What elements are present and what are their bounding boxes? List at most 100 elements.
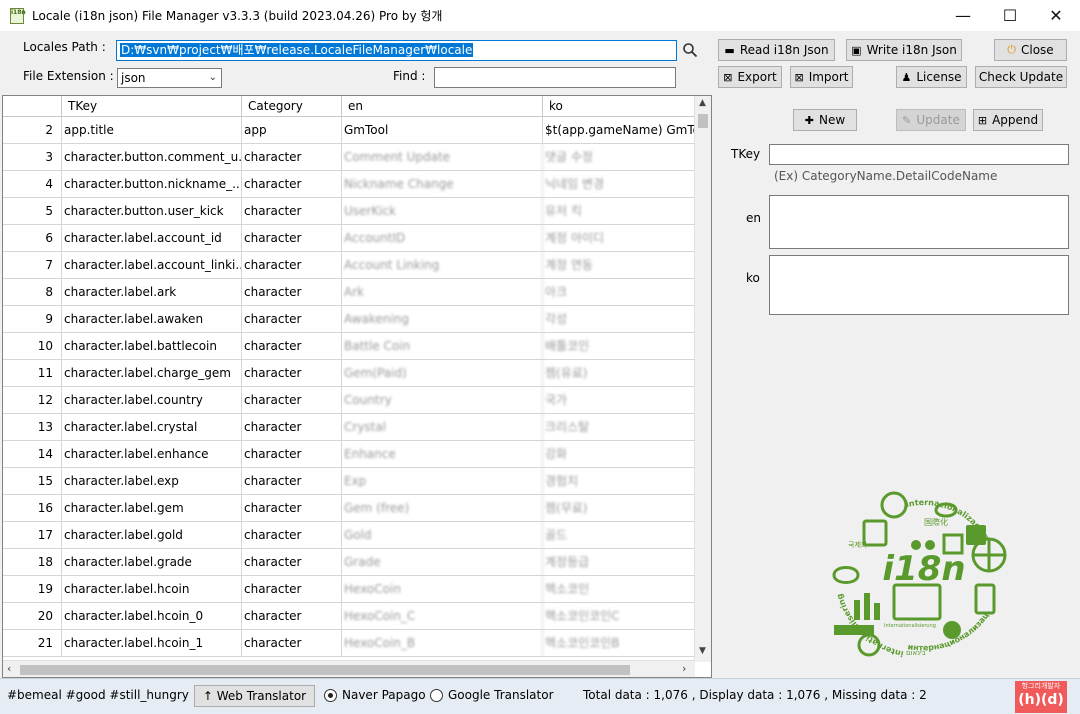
row-number-cell[interactable]: 16 bbox=[3, 495, 62, 522]
ko-cell[interactable]: $t(app.gameName) GmTool bbox=[543, 117, 695, 144]
category-cell[interactable]: character bbox=[242, 144, 342, 171]
table-row[interactable]: 11 character.label.charge_gem character Gem… bbox=[3, 360, 695, 387]
tkey-cell[interactable]: character.button.user_kick bbox=[62, 198, 242, 225]
close-window-button[interactable]: ✕ bbox=[1033, 0, 1079, 31]
tkey-cell[interactable]: character.label.crystal bbox=[62, 414, 242, 441]
ko-cell[interactable]: 아크 bbox=[543, 279, 695, 306]
row-number-cell[interactable]: 5 bbox=[3, 198, 62, 225]
table-row[interactable]: 21 character.label.hcoin_1 character HexoCo… bbox=[3, 630, 695, 657]
category-cell[interactable]: character bbox=[242, 306, 342, 333]
tkey-cell[interactable]: character.label.ark bbox=[62, 279, 242, 306]
table-row[interactable]: 2 app.title app GmTool $t(app.gameName) GmTo… bbox=[3, 117, 695, 144]
category-cell[interactable]: character bbox=[242, 549, 342, 576]
row-number-cell[interactable]: 14 bbox=[3, 441, 62, 468]
import-button[interactable]: ⊠ Import bbox=[790, 66, 853, 88]
category-cell[interactable]: character bbox=[242, 198, 342, 225]
ko-cell[interactable]: 크리스탈 bbox=[543, 414, 695, 441]
scroll-left-icon[interactable]: ‹ bbox=[7, 662, 11, 675]
category-cell[interactable]: character bbox=[242, 333, 342, 360]
tkey-cell[interactable]: character.label.gold bbox=[62, 522, 242, 549]
naver-papago-radio[interactable] bbox=[324, 689, 337, 702]
vertical-scrollbar[interactable]: ▲ ▼ bbox=[694, 96, 711, 662]
table-row[interactable]: 18 character.label.grade character Grade 계정등… bbox=[3, 549, 695, 576]
ko-cell[interactable]: 젬(유료) bbox=[543, 360, 695, 387]
en-cell[interactable]: Battle Coin bbox=[342, 333, 543, 360]
en-cell[interactable]: AccountID bbox=[342, 225, 543, 252]
locale-grid[interactable]: TKey Category en ko 2 app.title app GmTool $… bbox=[2, 95, 712, 678]
table-row[interactable]: 8 character.label.ark character Ark 아크 bbox=[3, 279, 695, 306]
category-cell[interactable]: character bbox=[242, 252, 342, 279]
category-cell[interactable]: character bbox=[242, 171, 342, 198]
en-cell[interactable]: Gold bbox=[342, 522, 543, 549]
scroll-down-icon[interactable]: ▼ bbox=[699, 646, 706, 656]
tkey-input[interactable] bbox=[769, 144, 1069, 165]
row-number-cell[interactable]: 13 bbox=[3, 414, 62, 441]
en-cell[interactable]: HexoCoin bbox=[342, 576, 543, 603]
row-number-cell[interactable]: 21 bbox=[3, 630, 62, 657]
row-number-cell[interactable]: 12 bbox=[3, 387, 62, 414]
web-translator-button[interactable]: ↑ Web Translator bbox=[194, 685, 315, 707]
column-header-ko[interactable]: ko bbox=[543, 96, 695, 117]
tkey-cell[interactable]: character.label.battlecoin bbox=[62, 333, 242, 360]
google-translator-label[interactable]: Google Translator bbox=[448, 688, 554, 702]
minimize-button[interactable]: — bbox=[940, 0, 986, 31]
ko-cell[interactable]: 골드 bbox=[543, 522, 695, 549]
vertical-scroll-thumb[interactable] bbox=[698, 114, 708, 128]
en-cell[interactable]: Gem(Paid) bbox=[342, 360, 543, 387]
ko-cell[interactable]: 국가 bbox=[543, 387, 695, 414]
row-number-cell[interactable]: 9 bbox=[3, 306, 62, 333]
file-extension-select[interactable]: json ⌄ bbox=[117, 68, 222, 88]
find-input[interactable] bbox=[434, 67, 676, 88]
ko-cell[interactable]: 배틀코인 bbox=[543, 333, 695, 360]
category-cell[interactable]: character bbox=[242, 495, 342, 522]
scroll-right-icon[interactable]: › bbox=[682, 662, 686, 675]
naver-papago-label[interactable]: Naver Papago bbox=[342, 688, 426, 702]
category-cell[interactable]: character bbox=[242, 441, 342, 468]
table-row[interactable]: 16 character.label.gem character Gem (free)… bbox=[3, 495, 695, 522]
en-cell[interactable]: GmTool bbox=[342, 117, 543, 144]
tkey-cell[interactable]: character.label.exp bbox=[62, 468, 242, 495]
tkey-cell[interactable]: app.title bbox=[62, 117, 242, 144]
tkey-cell[interactable]: character.label.gem bbox=[62, 495, 242, 522]
en-cell[interactable]: Nickname Change bbox=[342, 171, 543, 198]
tkey-cell[interactable]: character.label.account_id bbox=[62, 225, 242, 252]
category-cell[interactable]: character bbox=[242, 225, 342, 252]
en-cell[interactable]: HexoCoin_C bbox=[342, 603, 543, 630]
column-header-en[interactable]: en bbox=[342, 96, 543, 117]
google-translator-radio[interactable] bbox=[430, 689, 443, 702]
column-header-tkey[interactable]: TKey bbox=[62, 96, 242, 117]
table-row[interactable]: 10 character.label.battlecoin character Bat… bbox=[3, 333, 695, 360]
en-cell[interactable]: Country bbox=[342, 387, 543, 414]
new-button[interactable]: ✚ New bbox=[793, 109, 857, 131]
row-number-cell[interactable]: 20 bbox=[3, 603, 62, 630]
en-cell[interactable]: Comment Update bbox=[342, 144, 543, 171]
tkey-cell[interactable]: character.label.charge_gem bbox=[62, 360, 242, 387]
ko-cell[interactable]: 경험치 bbox=[543, 468, 695, 495]
update-button[interactable]: ✎ Update bbox=[896, 109, 966, 131]
en-cell[interactable]: Gem (free) bbox=[342, 495, 543, 522]
table-row[interactable]: 6 character.label.account_id character Acco… bbox=[3, 225, 695, 252]
category-cell[interactable]: character bbox=[242, 630, 342, 657]
table-row[interactable]: 20 character.label.hcoin_0 character HexoCo… bbox=[3, 603, 695, 630]
table-row[interactable]: 13 character.label.crystal character Crysta… bbox=[3, 414, 695, 441]
table-row[interactable]: 12 character.label.country character Countr… bbox=[3, 387, 695, 414]
row-number-cell[interactable]: 19 bbox=[3, 576, 62, 603]
row-number-cell[interactable]: 4 bbox=[3, 171, 62, 198]
category-cell[interactable]: character bbox=[242, 468, 342, 495]
category-cell[interactable]: character bbox=[242, 414, 342, 441]
ko-cell[interactable]: 계정등급 bbox=[543, 549, 695, 576]
tkey-cell[interactable]: character.label.hcoin_1 bbox=[62, 630, 242, 657]
en-cell[interactable]: Awakening bbox=[342, 306, 543, 333]
category-cell[interactable]: character bbox=[242, 576, 342, 603]
tkey-cell[interactable]: character.button.nickname_... bbox=[62, 171, 242, 198]
en-cell[interactable]: Crystal bbox=[342, 414, 543, 441]
tkey-cell[interactable]: character.label.awaken bbox=[62, 306, 242, 333]
tkey-cell[interactable]: character.label.account_linki... bbox=[62, 252, 242, 279]
tkey-cell[interactable]: character.button.comment_u... bbox=[62, 144, 242, 171]
en-cell[interactable]: Account Linking bbox=[342, 252, 543, 279]
category-cell[interactable]: character bbox=[242, 279, 342, 306]
license-button[interactable]: ♟ License bbox=[896, 66, 967, 88]
check-update-button[interactable]: Check Update bbox=[975, 66, 1067, 88]
maximize-button[interactable]: ☐ bbox=[987, 0, 1033, 31]
read-json-button[interactable]: ▬ Read i18n Json bbox=[718, 39, 835, 61]
